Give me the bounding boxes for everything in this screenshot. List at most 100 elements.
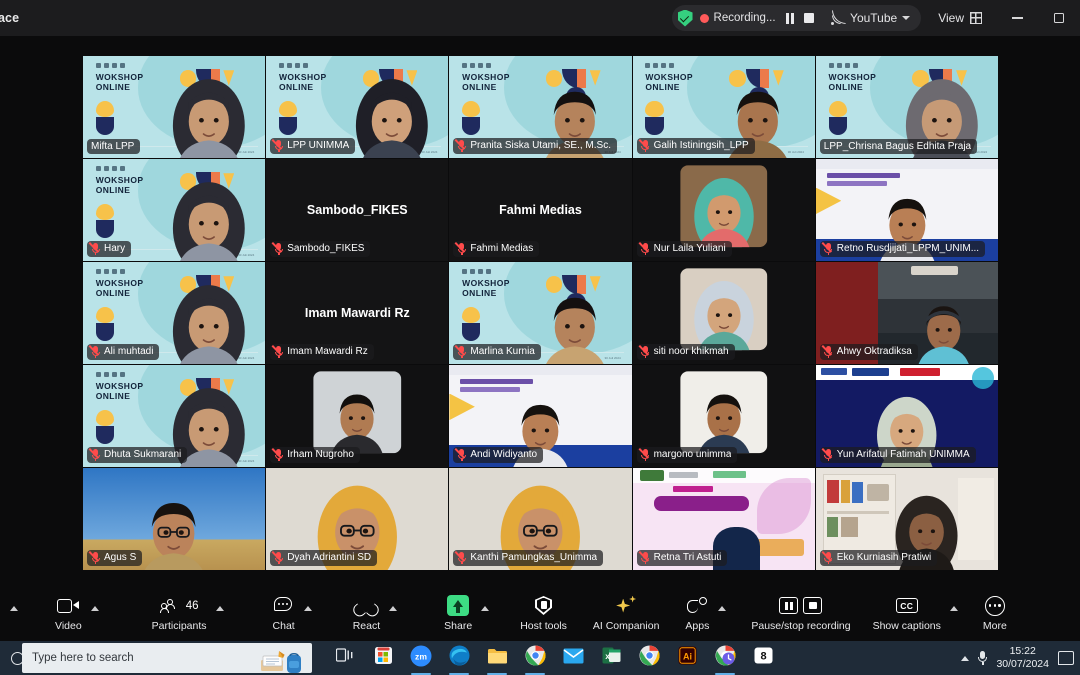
participant-tile[interactable]: WOKSHOP ONLINE 30 Juli 2024 Galih Istinin xyxy=(632,56,815,158)
notebook-backpack-art xyxy=(261,651,301,673)
control-caret-video[interactable] xyxy=(90,605,99,611)
zoom-meeting-window: ace Recording... YouTube View WOKSHOP ON… xyxy=(0,0,1080,675)
participant-tile[interactable]: margono unimma xyxy=(632,365,815,467)
control-more-button[interactable]: More xyxy=(979,585,1011,641)
muted-microphone-icon xyxy=(821,447,833,461)
control-ai-companion-button[interactable]: AI Companion xyxy=(589,585,664,641)
taskbar-search-box[interactable]: Type here to search xyxy=(22,643,312,673)
taskbar-clock[interactable]: 15:22 30/07/2024 xyxy=(996,645,1049,671)
taskbar-chrome-alt-button[interactable] xyxy=(630,641,668,675)
participants-icon xyxy=(159,598,184,614)
control-chat-button[interactable]: Chat xyxy=(269,585,299,641)
participant-tile[interactable]: Imam Mawardi Rz Imam Mawardi Rz xyxy=(266,262,449,364)
minimize-icon xyxy=(1011,17,1023,19)
window-title-bar: ace Recording... YouTube View xyxy=(0,0,1080,36)
audio-options-caret[interactable] xyxy=(10,605,18,611)
control-share-button[interactable]: Share xyxy=(440,585,476,641)
participant-tile[interactable]: siti noor khikmah xyxy=(632,262,815,364)
show-hidden-icons-icon[interactable] xyxy=(961,655,970,661)
view-menu[interactable]: View xyxy=(938,11,982,25)
share-screen-icon xyxy=(447,595,470,616)
taskbar-microsoft-edge-button[interactable] xyxy=(440,641,478,675)
participant-tile[interactable]: Dyah Adriantini SD xyxy=(266,468,449,570)
control-caret-react[interactable] xyxy=(389,605,398,611)
microphone-tray-icon[interactable] xyxy=(978,650,988,666)
svg-text:x: x xyxy=(605,651,610,661)
participant-tile[interactable]: Andi Widiyanto xyxy=(449,365,632,467)
participant-tile[interactable]: Retna Tri Astuti xyxy=(632,468,815,570)
tile-center-name: Sambodo_FIKES xyxy=(306,203,408,217)
participant-tile[interactable]: Kanthi Pamungkas_Unimma xyxy=(449,468,632,570)
taskbar-mail-button[interactable] xyxy=(554,641,592,675)
control-pause-stop-recording-button[interactable]: Pause/stop recording xyxy=(747,585,854,641)
control-react-button[interactable]: React xyxy=(349,585,384,641)
participant-tile[interactable]: Ahwy Oktradiksa xyxy=(815,262,998,364)
participant-tile[interactable]: WOKSHOP ONLINE 30 Juli 2024 LPP_Chrisna B xyxy=(815,56,998,158)
control-video-button[interactable]: Video xyxy=(51,585,86,641)
control-label: Participants xyxy=(151,619,207,632)
participant-tile[interactable]: Irham Nugroho xyxy=(266,365,449,467)
muted-microphone-icon xyxy=(88,550,100,564)
grid-view-icon xyxy=(970,12,982,24)
participant-tile[interactable]: Nur Laila Yuliani xyxy=(632,159,815,261)
shield-icon xyxy=(535,596,553,615)
taskbar-excel-button[interactable]: x xyxy=(592,641,630,675)
taskbar-adobe-illustrator-button[interactable]: Ai xyxy=(668,641,706,675)
muted-microphone-icon xyxy=(88,344,100,358)
maximize-button[interactable] xyxy=(1038,0,1080,36)
control-host-tools-button[interactable]: Host tools xyxy=(516,585,571,641)
participant-tile[interactable]: Eko Kurniasih Pratiwi xyxy=(815,468,998,570)
svg-text:zm: zm xyxy=(415,651,427,661)
notification-center-icon[interactable] xyxy=(1058,651,1074,665)
participant-name: Eko Kurniasih Pratiwi xyxy=(836,552,932,563)
participant-name-plate: siti noor khikmah xyxy=(636,344,735,360)
taskbar-microsoft-store-button[interactable] xyxy=(364,641,402,675)
taskbar-capcut-button[interactable]: 8 xyxy=(744,641,782,675)
video-gallery: WOKSHOP ONLINE 30 Juli 2024 Mifta LPP WO… xyxy=(0,36,1080,585)
clock-time: 15:22 xyxy=(1009,644,1036,657)
muted-microphone-icon xyxy=(455,241,466,255)
youtube-stream-menu[interactable]: YouTube xyxy=(831,9,911,25)
taskbar-chrome-history-button[interactable] xyxy=(706,641,744,675)
muted-microphone-icon xyxy=(272,138,283,152)
control-show-captions-button[interactable]: CC Show captions xyxy=(869,585,945,641)
participant-tile[interactable]: Retno Rusdjijati_LPPM_UNIM... xyxy=(815,159,998,261)
participant-tile[interactable]: WOKSHOPONLINE 30 Juli 2024 Pranita Siska xyxy=(449,56,632,158)
participant-name: Dhuta Sukmarani xyxy=(104,449,182,460)
control-participants-button[interactable]: 46 Participants xyxy=(148,585,211,641)
participant-name: Marlina Kurnia xyxy=(470,346,535,357)
excel-icon: x xyxy=(602,646,621,670)
control-caret-apps[interactable] xyxy=(718,605,727,611)
participant-tile[interactable]: WOKSHOP ONLINE 30 Juli 2024 Marlina Kurni xyxy=(449,262,632,364)
control-caret-show-captions[interactable] xyxy=(949,605,958,611)
participant-tile[interactable]: Fahmi Medias Fahmi Medias xyxy=(449,159,632,261)
participant-tile[interactable]: Yun Arifatul Fatimah UNIMMA xyxy=(815,365,998,467)
recording-status-pill[interactable]: Recording... YouTube xyxy=(671,5,922,31)
tile-center-name: Imam Mawardi Rz xyxy=(304,306,410,320)
participant-tile[interactable]: WOKSHOP ONLINE 30 Juli 2024 Dhuta Sukmara xyxy=(83,365,266,467)
control-label: Video xyxy=(55,619,82,632)
minimize-button[interactable] xyxy=(996,0,1038,36)
participant-tile[interactable]: WOKSHOP ONLINE 30 Juli 2024 Mifta LPP xyxy=(83,56,266,158)
control-caret-chat[interactable] xyxy=(303,605,312,611)
participant-tile[interactable]: Agus S xyxy=(83,468,266,570)
muted-microphone-icon xyxy=(821,344,833,358)
participant-tile[interactable]: Sambodo_FIKES Sambodo_FIKES xyxy=(266,159,449,261)
taskbar-zoom-button[interactable]: zm xyxy=(402,641,440,675)
taskbar-task-view-button[interactable] xyxy=(326,641,364,675)
participant-name: Kanthi Pamungkas_Unimma xyxy=(470,552,598,563)
participant-name: Imam Mawardi Rz xyxy=(287,346,368,357)
control-caret-participants[interactable] xyxy=(215,605,224,611)
stop-recording-button[interactable] xyxy=(804,13,815,23)
participant-tile[interactable]: WOKSHOP ONLINE 30 Juli 2024 Ali muhtadi xyxy=(83,262,266,364)
participant-tile[interactable]: WOKSHOP ONLINE 30 Juli 2024 LPP UNIMMA xyxy=(266,56,449,158)
taskbar-chrome-button[interactable] xyxy=(516,641,554,675)
participant-tile[interactable]: WOKSHOP ONLINE 30 Juli 2024 Hary xyxy=(83,159,266,261)
control-caret-share[interactable] xyxy=(481,605,490,611)
control-apps-button[interactable]: Apps xyxy=(681,585,713,641)
control-label: Share xyxy=(444,619,473,632)
taskbar-file-explorer-button[interactable] xyxy=(478,641,516,675)
search-illustration-icon xyxy=(260,647,306,673)
pause-recording-button[interactable] xyxy=(785,12,795,24)
control-item-wrapper: Pause/stop recording xyxy=(747,585,854,641)
